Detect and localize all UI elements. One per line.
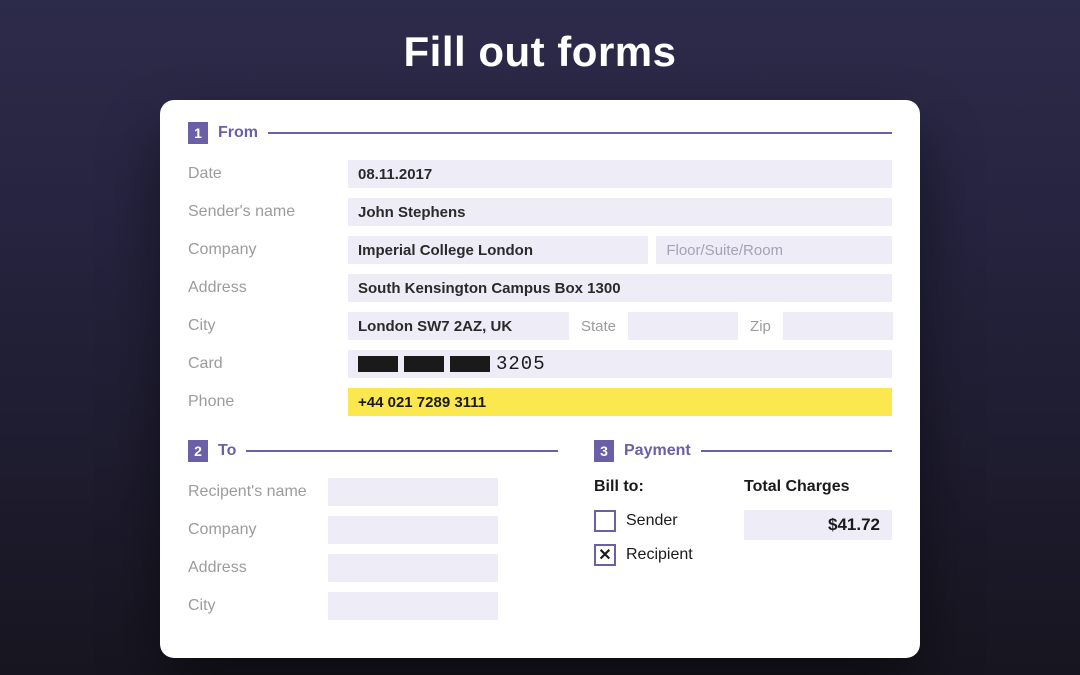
card-last-digits: 3205 — [496, 353, 546, 375]
floor-field[interactable] — [656, 236, 892, 264]
section-payment-title: Payment — [624, 442, 691, 460]
section-from-number: 1 — [188, 122, 208, 144]
zip-field[interactable] — [783, 312, 893, 340]
section-to-header: 2 To — [188, 440, 558, 462]
phone-field[interactable] — [348, 388, 892, 416]
section-payment-header: 3 Payment — [594, 440, 892, 462]
zip-label: Zip — [746, 318, 775, 335]
sender-name-field[interactable] — [348, 198, 892, 226]
bill-to-label: Bill to: — [594, 478, 714, 496]
section-from-header: 1 From — [188, 122, 892, 144]
recipient-name-field[interactable] — [328, 478, 498, 506]
section-payment-rule — [701, 450, 892, 452]
section-to-number: 2 — [188, 440, 208, 462]
to-address-label: Address — [188, 559, 328, 577]
recipient-name-label: Recipent's name — [188, 483, 328, 501]
section-to-rule — [246, 450, 558, 452]
city-field[interactable] — [348, 312, 569, 340]
card-field[interactable]: 3205 — [348, 350, 892, 378]
address-field[interactable] — [348, 274, 892, 302]
to-company-field[interactable] — [328, 516, 498, 544]
section-from-rule — [268, 132, 892, 134]
section-payment-number: 3 — [594, 440, 614, 462]
recipient-checkbox[interactable]: ✕ — [594, 544, 616, 566]
card-label: Card — [188, 355, 348, 373]
phone-label: Phone — [188, 393, 348, 411]
date-label: Date — [188, 165, 348, 183]
address-label: Address — [188, 279, 348, 297]
company-label: Company — [188, 241, 348, 259]
to-city-field[interactable] — [328, 592, 498, 620]
total-charges-value: $41.72 — [744, 510, 892, 540]
state-label: State — [577, 318, 620, 335]
state-field[interactable] — [628, 312, 738, 340]
city-label: City — [188, 317, 348, 335]
to-address-field[interactable] — [328, 554, 498, 582]
card-mask-block — [404, 356, 444, 372]
card-mask-block — [450, 356, 490, 372]
sender-checkbox-label: Sender — [626, 512, 678, 530]
section-to-title: To — [218, 442, 236, 460]
card-mask-block — [358, 356, 398, 372]
total-charges-label: Total Charges — [744, 478, 892, 496]
page-title: Fill out forms — [0, 0, 1080, 76]
sender-name-label: Sender's name — [188, 203, 348, 221]
sender-checkbox[interactable] — [594, 510, 616, 532]
to-company-label: Company — [188, 521, 328, 539]
date-field[interactable] — [348, 160, 892, 188]
form-card: 1 From Date Sender's name Company Addres… — [160, 100, 920, 658]
recipient-checkbox-label: Recipient — [626, 546, 693, 564]
company-field[interactable] — [348, 236, 648, 264]
section-from-title: From — [218, 124, 258, 142]
to-city-label: City — [188, 597, 328, 615]
